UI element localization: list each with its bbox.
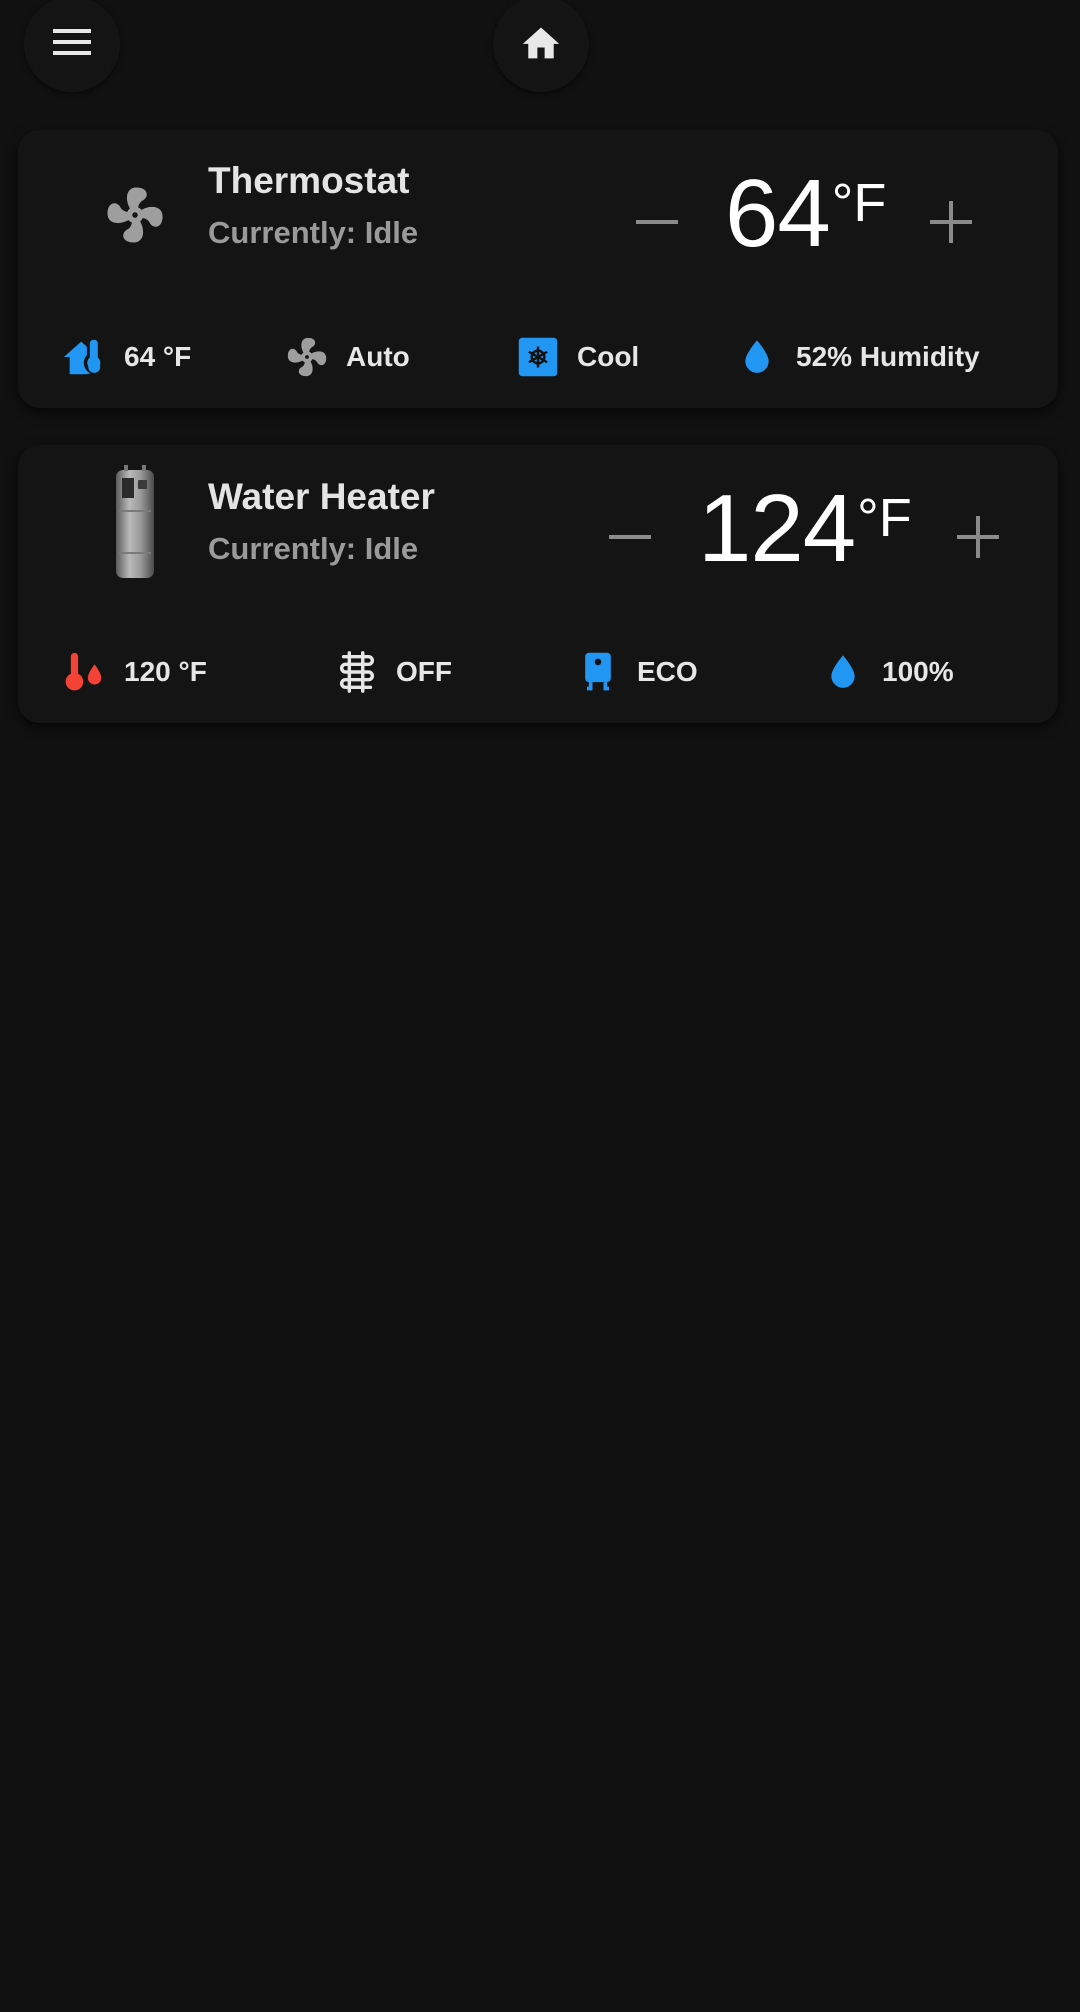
attribute-label: Cool	[577, 341, 640, 372]
current-temperature-attribute[interactable]: 120 °F	[62, 649, 207, 695]
heating-coil-icon	[334, 649, 380, 695]
attribute-label: 100%	[882, 656, 954, 687]
home-thermometer-icon	[62, 334, 108, 380]
fan-icon[interactable]	[80, 175, 190, 255]
home-icon	[519, 22, 563, 67]
top-bar	[0, 0, 1080, 92]
device-name: Water Heater	[208, 476, 435, 517]
device-name: Thermostat	[208, 160, 410, 201]
thermostat-card: Thermostat Currently: Idle 64 °F 64 °F A…	[18, 130, 1058, 408]
menu-icon	[51, 26, 93, 63]
attribute-label: 64 °F	[124, 341, 192, 372]
attribute-label: OFF	[396, 656, 452, 687]
water-heater-image[interactable]	[80, 462, 190, 586]
tank-level-attribute[interactable]: 100%	[820, 649, 954, 695]
temperature-value: 124	[698, 475, 856, 582]
minus-icon	[636, 220, 678, 224]
increase-button[interactable]	[918, 189, 984, 255]
temperature-value: 64	[725, 160, 831, 267]
humidity-attribute[interactable]: 52% Humidity	[734, 334, 980, 380]
fan-icon	[284, 334, 330, 380]
device-state: Currently: Idle	[208, 531, 419, 566]
water-boiler-icon	[575, 649, 621, 695]
attribute-label: Auto	[346, 341, 410, 372]
menu-button[interactable]	[24, 0, 120, 92]
operation-mode-attribute[interactable]: ECO	[575, 649, 698, 695]
hvac-mode-attribute[interactable]: Cool	[515, 334, 639, 380]
attribute-label: 52% Humidity	[796, 341, 980, 372]
decrease-button[interactable]	[624, 189, 690, 255]
water-drop-icon	[820, 649, 866, 695]
decrease-button[interactable]	[597, 504, 663, 570]
minus-icon	[609, 535, 651, 539]
fan-mode-attribute[interactable]: Auto	[284, 334, 410, 380]
water-drop-icon	[734, 334, 780, 380]
water-heater-card: Water Heater Currently: Idle 124 °F 120 …	[18, 445, 1058, 723]
device-state: Currently: Idle	[208, 215, 419, 250]
target-temperature: 64 °F	[725, 166, 886, 262]
thermometer-water-icon	[62, 649, 108, 695]
attribute-label: ECO	[637, 656, 698, 687]
home-button[interactable]	[493, 0, 589, 92]
current-temperature-attribute[interactable]: 64 °F	[62, 334, 191, 380]
snowflake-icon	[515, 334, 561, 380]
target-temperature: 124 °F	[698, 481, 912, 577]
attribute-label: 120 °F	[124, 656, 207, 687]
temperature-unit: °F	[857, 488, 912, 548]
temperature-unit: °F	[831, 173, 887, 233]
increase-button[interactable]	[945, 504, 1011, 570]
heating-element-attribute[interactable]: OFF	[334, 649, 452, 695]
